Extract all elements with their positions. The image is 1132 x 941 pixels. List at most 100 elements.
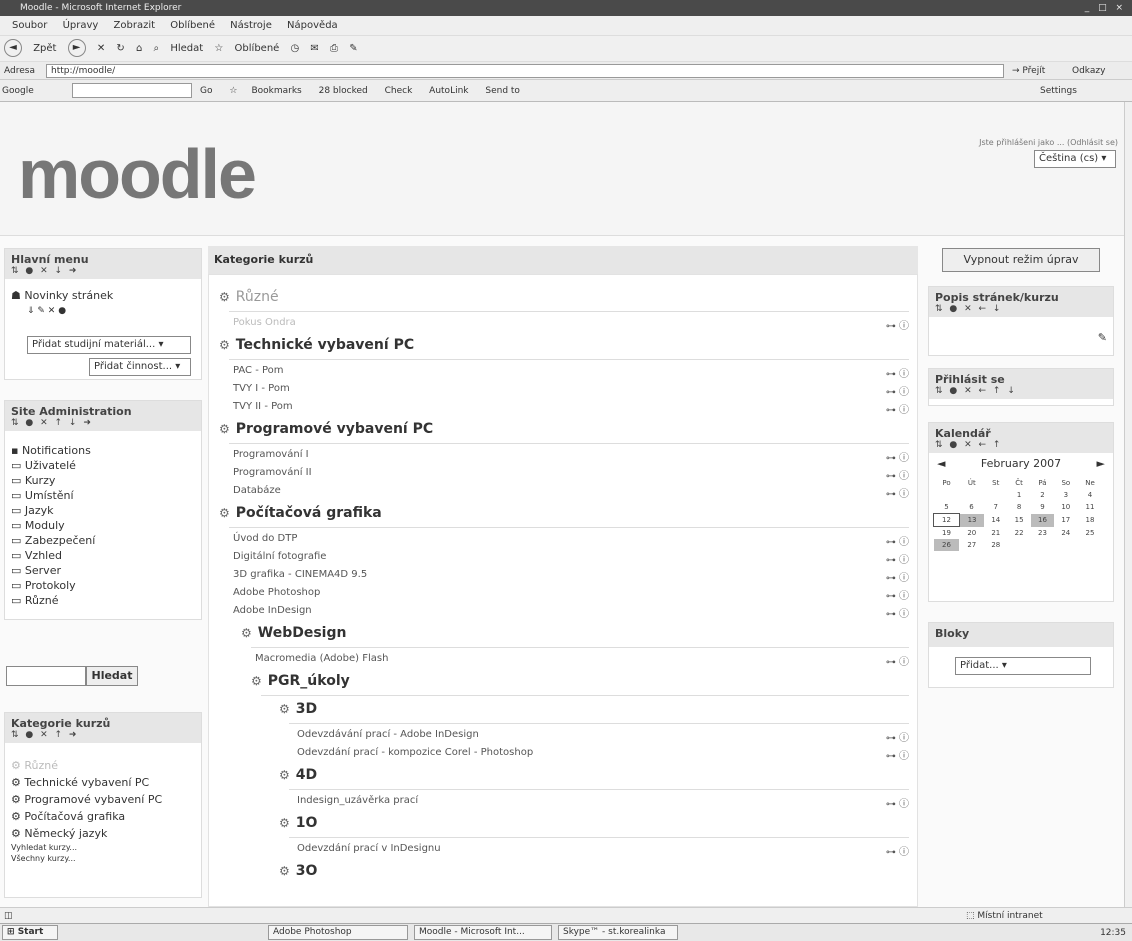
admin-item-modules[interactable]: ▭ Moduly (5, 518, 201, 533)
admin-item-server[interactable]: ▭ Server (5, 563, 201, 578)
admin-item-notifications[interactable]: ▪ Notifications (5, 443, 201, 458)
category-heading-3d[interactable]: ⚙ 3D (279, 701, 317, 717)
calendar-day[interactable]: 5 (934, 501, 960, 514)
admin-item-appearance[interactable]: ▭ Vzhled (5, 548, 201, 563)
add-block-select[interactable]: Přidat... ▾ (955, 657, 1091, 675)
calendar-controls[interactable]: ⇅ ● ✕ ← ↑ (935, 440, 1107, 450)
category-heading-4d[interactable]: ⚙ 4D (279, 767, 317, 783)
course-link[interactable]: Pokus Ondra (233, 317, 296, 328)
course-link[interactable]: Databáze (233, 485, 281, 496)
calendar-day[interactable]: 10 (1054, 501, 1077, 514)
edit-mode-button[interactable]: Vypnout režim úprav (942, 248, 1100, 272)
course-link[interactable]: Adobe InDesign (233, 605, 312, 616)
calendar-day[interactable]: 6 (959, 501, 984, 514)
course-link[interactable]: TVY II - Pom (233, 401, 293, 412)
calendar-day[interactable]: 14 (984, 514, 1007, 527)
home-icon[interactable]: ⌂ (136, 43, 142, 54)
course-icons[interactable]: ⊶ ⓘ (886, 485, 909, 500)
admin-item-users[interactable]: ▭ Uživatelé (5, 458, 201, 473)
menu-zobrazit[interactable]: Zobrazit (114, 20, 156, 31)
calendar-day[interactable]: 19 (934, 527, 960, 540)
course-icons[interactable]: ⊶ ⓘ (886, 795, 909, 810)
course-icons[interactable]: ⊶ ⓘ (886, 401, 909, 416)
category-heading-pgr[interactable]: ⚙ PGR_úkoly (251, 673, 350, 689)
course-link[interactable]: Indesign_uzávěrka prací (297, 795, 418, 806)
history-icon[interactable]: ◷ (291, 43, 300, 54)
check-button[interactable]: Check (385, 86, 413, 96)
settings-button[interactable]: Settings (1040, 80, 1077, 102)
menu-upravy[interactable]: Úpravy (63, 20, 99, 31)
news-controls[interactable]: ⇓ ✎ ✕ ● (5, 304, 201, 318)
category-heading-1o[interactable]: ⚙ 1O (279, 815, 317, 831)
course-link[interactable]: Odevzdání prací - kompozice Corel - Phot… (297, 747, 533, 758)
taskbar-item-photoshop[interactable]: Adobe Photoshop (268, 925, 408, 940)
calendar-day[interactable]: 1 (1007, 489, 1030, 501)
course-icons[interactable]: ⊶ ⓘ (886, 747, 909, 762)
calendar-day[interactable]: 17 (1054, 514, 1077, 527)
mail-icon[interactable]: ✉ (310, 43, 318, 54)
calendar-day[interactable]: 22 (1007, 527, 1030, 540)
refresh-icon[interactable]: ↻ (116, 43, 124, 54)
course-link[interactable]: TVY I - Pom (233, 383, 290, 394)
add-resource-select[interactable]: Přidat studijní materiál... ▾ (27, 336, 191, 354)
login-controls[interactable]: ⇅ ● ✕ ← ↑ ↓ (935, 386, 1107, 396)
category-link-tech[interactable]: ⚙ Technické vybavení PC (5, 774, 201, 791)
print-icon[interactable]: ⎙ (330, 43, 338, 54)
calendar-day[interactable]: 15 (1007, 514, 1030, 527)
calendar-day[interactable]: 2 (1031, 489, 1054, 501)
next-month-icon[interactable]: ► (1097, 453, 1105, 475)
admin-item-reports[interactable]: ▭ Protokoly (5, 578, 201, 593)
calendar-day[interactable]: 27 (959, 539, 984, 551)
course-icons[interactable]: ⊶ ⓘ (886, 729, 909, 744)
admin-controls[interactable]: ⇅ ● ✕ ↑ ↓ ➜ (11, 418, 195, 428)
calendar-day-event[interactable]: 16 (1030, 513, 1055, 527)
page-scrollbar[interactable] (1124, 102, 1132, 907)
calendar-day[interactable]: 7 (984, 501, 1007, 514)
calendar-day[interactable]: 3 (1054, 489, 1077, 501)
window-controls[interactable]: _ □ × (1085, 0, 1126, 16)
calendar-day[interactable]: 18 (1077, 514, 1102, 527)
logged-in-info[interactable]: Jste přihlášeni jako ... (Odhlásit se) (979, 138, 1118, 147)
course-link[interactable]: Úvod do DTP (233, 533, 297, 544)
course-link[interactable]: Odevzdávání prací - Adobe InDesign (297, 729, 479, 740)
blocked-button[interactable]: 28 blocked (319, 86, 368, 96)
bookmarks-button[interactable]: Bookmarks (251, 86, 301, 96)
course-link[interactable]: Digitální fotografie (233, 551, 326, 562)
menu-oblibene[interactable]: Oblíbené (170, 20, 215, 31)
prev-month-icon[interactable]: ◄ (937, 453, 945, 475)
category-heading-misc[interactable]: ⚙ Různé (219, 289, 279, 305)
course-icons[interactable]: ⊶ ⓘ (886, 653, 909, 668)
calendar-day[interactable]: 9 (1031, 501, 1054, 514)
sendto-button[interactable]: Send to (485, 86, 520, 96)
category-link-graphics[interactable]: ⚙ Počítačová grafika (5, 808, 201, 825)
edit-icon[interactable]: ✎ (349, 43, 357, 54)
autolink-button[interactable]: AutoLink (429, 86, 468, 96)
course-icons[interactable]: ⊶ ⓘ (886, 533, 909, 548)
news-forum-item[interactable]: ☗ Novinky stránek (5, 287, 201, 304)
calendar-day[interactable]: 4 (1077, 489, 1102, 501)
menu-nastroje[interactable]: Nástroje (230, 20, 272, 31)
admin-item-security[interactable]: ▭ Zabezpečení (5, 533, 201, 548)
course-icons[interactable]: ⊶ ⓘ (886, 605, 909, 620)
calendar-day[interactable]: 20 (959, 527, 984, 540)
menu-soubor[interactable]: Soubor (12, 20, 47, 31)
site-summary-controls[interactable]: ⇅ ● ✕ ← ↓ (935, 304, 1107, 314)
calendar-day[interactable]: 21 (984, 527, 1007, 540)
address-input[interactable]: http://moodle/ (46, 64, 1004, 78)
calendar-day-event[interactable]: 13 (959, 513, 985, 527)
category-heading-graphics[interactable]: ⚙ Počítačová grafika (219, 505, 382, 521)
category-link-misc[interactable]: ⚙ Různé (5, 757, 201, 774)
go-button[interactable]: → Přejít (1012, 62, 1045, 80)
forward-icon[interactable]: ► (67, 39, 86, 57)
back-label[interactable]: Zpět (33, 43, 56, 54)
admin-search-input[interactable] (6, 666, 86, 686)
google-search-input[interactable] (72, 83, 192, 98)
course-icons[interactable]: ⊶ ⓘ (886, 317, 909, 332)
admin-search-button[interactable]: Hledat (86, 666, 138, 686)
course-link[interactable]: Odevzdání prací v InDesignu (297, 843, 441, 854)
edit-summary-icon[interactable]: ✎ (929, 317, 1113, 344)
course-link[interactable]: Macromedia (Adobe) Flash (255, 653, 388, 664)
back-icon[interactable]: ◄ (4, 39, 22, 57)
calendar-day[interactable]: 24 (1054, 527, 1077, 540)
course-icons[interactable]: ⊶ ⓘ (886, 383, 909, 398)
